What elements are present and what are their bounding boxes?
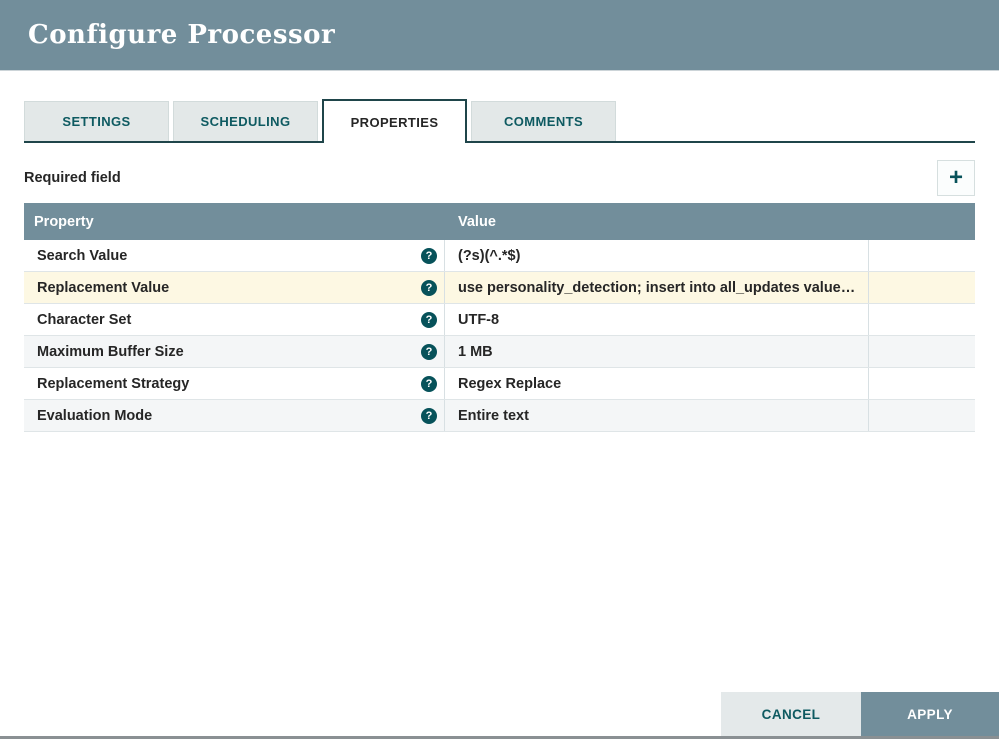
property-cell: Search Value ? [24, 240, 445, 271]
property-label: Character Set [37, 311, 132, 328]
value-cell[interactable]: Entire text [445, 400, 869, 431]
table-row: Search Value ? (?s)(^.*$) [24, 240, 975, 272]
value-cell[interactable]: Regex Replace [445, 368, 869, 399]
table-row: Evaluation Mode ? Entire text [24, 400, 975, 432]
extra-cell [869, 400, 975, 431]
property-cell: Evaluation Mode ? [24, 400, 445, 431]
tab-scheduling[interactable]: SCHEDULING [173, 101, 318, 141]
column-header-value: Value [458, 213, 496, 230]
property-label: Replacement Value [37, 279, 170, 296]
value-cell[interactable]: (?s)(^.*$) [445, 240, 869, 271]
table-row: Replacement Strategy ? Regex Replace [24, 368, 975, 400]
tab-settings[interactable]: SETTINGS [24, 101, 169, 141]
dialog-header: Configure Processor [0, 0, 999, 71]
extra-cell [869, 304, 975, 335]
table-header: Property Value [24, 203, 975, 240]
property-cell: Replacement Strategy ? [24, 368, 445, 399]
property-cell: Maximum Buffer Size ? [24, 336, 445, 367]
value-cell[interactable]: 1 MB [445, 336, 869, 367]
tab-comments[interactable]: COMMENTS [471, 101, 616, 141]
help-icon[interactable]: ? [421, 407, 437, 424]
property-cell: Replacement Value ? [24, 272, 445, 303]
required-field-label: Required field [24, 170, 121, 186]
required-field-row: Required field + [24, 159, 975, 197]
value-cell[interactable]: use personality_detection; insert into a… [445, 272, 869, 303]
plus-icon: + [948, 164, 963, 191]
extra-cell [869, 240, 975, 271]
column-header-property: Property [34, 213, 94, 230]
help-icon[interactable]: ? [421, 311, 437, 328]
property-label: Search Value [37, 247, 128, 264]
cancel-button[interactable]: CANCEL [721, 692, 861, 736]
tab-properties[interactable]: PROPERTIES [322, 99, 467, 143]
help-icon[interactable]: ? [421, 247, 437, 264]
dialog-content: SETTINGS SCHEDULING PROPERTIES COMMENTS … [0, 99, 999, 432]
help-icon[interactable]: ? [421, 343, 437, 360]
help-icon[interactable]: ? [421, 375, 437, 392]
table-row: Replacement Value ? use personality_dete… [24, 272, 975, 304]
extra-cell [869, 336, 975, 367]
property-label: Evaluation Mode [37, 407, 153, 424]
extra-cell [869, 272, 975, 303]
property-cell: Character Set ? [24, 304, 445, 335]
help-icon[interactable]: ? [421, 279, 437, 296]
properties-table: Property Value Search Value ? (?s)(^.*$)… [24, 203, 975, 432]
table-row: Character Set ? UTF-8 [24, 304, 975, 336]
property-label: Replacement Strategy [37, 375, 190, 392]
add-property-button[interactable]: + [937, 160, 975, 196]
dialog-title: Configure Processor [28, 20, 336, 50]
value-cell[interactable]: UTF-8 [445, 304, 869, 335]
table-row: Maximum Buffer Size ? 1 MB [24, 336, 975, 368]
apply-button[interactable]: APPLY [861, 692, 999, 736]
tab-bar: SETTINGS SCHEDULING PROPERTIES COMMENTS [24, 99, 975, 143]
extra-cell [869, 368, 975, 399]
property-label: Maximum Buffer Size [37, 343, 184, 360]
